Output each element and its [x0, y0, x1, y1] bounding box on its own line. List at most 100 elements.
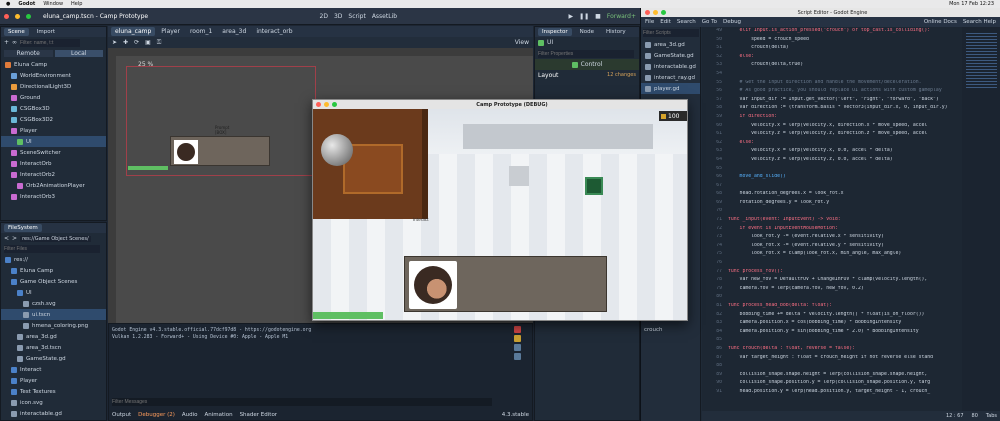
bottom-tab-animation[interactable]: Animation: [205, 412, 233, 418]
code-editor[interactable]: 49 elif Input.is_action_pressed("crouch"…: [702, 27, 962, 411]
file-item[interactable]: hmena_coloring.png: [1, 320, 106, 331]
script-menu-goto[interactable]: Go To: [702, 19, 717, 25]
mode-script-button[interactable]: Script: [348, 13, 365, 20]
lock-icon[interactable]: ⚿: [157, 39, 162, 47]
bottom-tab-audio[interactable]: Audio: [182, 412, 198, 418]
script-list-item[interactable]: area_3d.gd: [641, 39, 700, 50]
filesystem-path[interactable]: res://Game Object Scenes/: [20, 235, 91, 242]
bottom-tab-shader-editor[interactable]: Shader Editor: [240, 412, 278, 418]
online-docs-button[interactable]: Online Docs: [924, 19, 957, 25]
filter-properties-input[interactable]: [538, 49, 634, 58]
scene-node[interactable]: CSGBox3D: [1, 103, 106, 114]
move-tool-icon[interactable]: ✚: [123, 39, 128, 46]
inspected-node-name[interactable]: UI: [547, 39, 553, 46]
tab-scene[interactable]: Scene: [4, 28, 29, 36]
forward-icon[interactable]: >: [12, 235, 17, 242]
select-tool-icon[interactable]: ➤: [112, 39, 117, 46]
tab-room-1[interactable]: room_1: [186, 27, 216, 36]
script-menu-search[interactable]: Search: [677, 19, 696, 25]
code-line[interactable]: 60 velocity.x = lerp(velocity.x, directi…: [702, 123, 962, 132]
code-line[interactable]: 70: [702, 208, 962, 217]
file-item[interactable]: Eluna Camp: [1, 265, 106, 276]
code-line[interactable]: 90 collision_shape.position.y = lerp(col…: [702, 380, 962, 389]
code-line[interactable]: 59 if direction:: [702, 114, 962, 123]
control-section-label[interactable]: Control: [581, 61, 603, 68]
game-zoom-icon[interactable]: [332, 102, 337, 107]
file-item[interactable]: area_3d.gd: [1, 331, 106, 342]
play-icon[interactable]: ▶: [568, 13, 573, 20]
code-line[interactable]: 63 velocity.x = lerp(velocity.x, 0.0, ac…: [702, 148, 962, 157]
scene-node[interactable]: Orb2AnimationPlayer: [1, 180, 106, 191]
indent-mode[interactable]: Tabs: [986, 413, 997, 419]
scene-node[interactable]: Eluna Camp: [1, 59, 106, 70]
code-line[interactable]: 50 speed = crouch_speed: [702, 37, 962, 46]
game-close-icon[interactable]: [316, 102, 321, 107]
code-line[interactable]: 86 func crouch(delta : float, reverse = f…: [702, 346, 962, 355]
script-menu-edit[interactable]: Edit: [660, 19, 671, 25]
pause-icon[interactable]: ❚❚: [579, 13, 589, 20]
code-line[interactable]: 71 func _input(event: InputEvent) -> void…: [702, 217, 962, 226]
filesystem-filter-input[interactable]: [4, 245, 100, 253]
add-node-icon[interactable]: +: [4, 39, 9, 46]
code-line[interactable]: 58 var direction := (transform.basis * V…: [702, 105, 962, 114]
code-line[interactable]: 54: [702, 71, 962, 80]
file-item[interactable]: res://: [1, 254, 106, 265]
code-line[interactable]: 66 move_and_slide(): [702, 174, 962, 183]
file-item[interactable]: ui.tscn: [1, 309, 106, 320]
scene-node[interactable]: InteractOrb3: [1, 191, 106, 202]
script-menu-debug[interactable]: Debug: [723, 19, 741, 25]
local-button[interactable]: Local: [54, 50, 103, 57]
scale-tool-icon[interactable]: ▣: [145, 39, 151, 46]
game-minimize-icon[interactable]: [324, 102, 329, 107]
tab-area-3d[interactable]: area_3d: [218, 27, 250, 36]
script-list-item[interactable]: interactable.gd: [641, 61, 700, 72]
tab-interact-orb[interactable]: interact_orb: [252, 27, 296, 36]
tab-history[interactable]: History: [602, 28, 630, 36]
clear-output-icon[interactable]: [514, 353, 521, 360]
code-line[interactable]: 79 camera.fov = lerp(camera.fov, new_fov…: [702, 286, 962, 295]
warning-filter-icon[interactable]: [514, 335, 521, 342]
code-line[interactable]: 65: [702, 166, 962, 175]
tab-eluna-camp[interactable]: eluna_camp: [111, 27, 156, 36]
error-filter-icon[interactable]: [514, 326, 521, 333]
scene-node[interactable]: UI: [1, 136, 106, 147]
code-line[interactable]: 67: [702, 183, 962, 192]
file-item[interactable]: interactable.gd: [1, 408, 106, 419]
mode-2d-button[interactable]: 2D: [320, 13, 328, 20]
code-line[interactable]: 74 look_rot.x -= (event.relative.y * sen…: [702, 243, 962, 252]
code-line[interactable]: 84 camera.position.y = sin(bobbing_time …: [702, 329, 962, 338]
code-line[interactable]: 91 head.position.y = lerp(head.position.…: [702, 389, 962, 398]
tab-inspector[interactable]: Inspector: [538, 28, 572, 36]
file-item[interactable]: area_3d.tscn: [1, 342, 106, 353]
link-icon[interactable]: ∞: [12, 39, 17, 46]
script-zoom-icon[interactable]: [661, 10, 666, 15]
code-line[interactable]: 64 velocity.z = lerp(velocity.z, 0.0, ac…: [702, 157, 962, 166]
code-line[interactable]: 62 else:: [702, 140, 962, 149]
code-line[interactable]: 83 camera.position.x = cos(bobbing_time)…: [702, 320, 962, 329]
minimize-window-icon[interactable]: [15, 13, 20, 19]
scene-node[interactable]: Ground: [1, 92, 106, 103]
script-list-item[interactable]: GameState.gd: [641, 50, 700, 61]
scene-node[interactable]: InteractOrb: [1, 158, 106, 169]
app-name[interactable]: Godot: [18, 1, 35, 7]
code-line[interactable]: 85: [702, 337, 962, 346]
scene-node[interactable]: InteractOrb2: [1, 169, 106, 180]
script-close-icon[interactable]: [645, 10, 650, 15]
tab-filesystem[interactable]: FileSystem: [4, 224, 42, 232]
file-item[interactable]: czsh.svg: [1, 298, 106, 309]
close-window-icon[interactable]: [4, 13, 9, 19]
file-item[interactable]: GameState.gd: [1, 353, 106, 364]
stop-icon[interactable]: ■: [595, 13, 601, 20]
code-line[interactable]: 57 var input_dir := Input.get_vector("le…: [702, 97, 962, 106]
file-item[interactable]: UI: [1, 287, 106, 298]
apple-icon[interactable]: ●: [6, 1, 10, 7]
scene-node[interactable]: SceneSwitcher: [1, 147, 106, 158]
code-line[interactable]: 80: [702, 294, 962, 303]
code-line[interactable]: 73 look_rot.y -= (event.relative.x * sen…: [702, 234, 962, 243]
menu-help[interactable]: Help: [71, 1, 82, 7]
zoom-percent[interactable]: 80: [972, 413, 978, 419]
script-list-item[interactable]: player.gd: [641, 83, 700, 94]
rotate-tool-icon[interactable]: ⟳: [134, 39, 139, 46]
view-menu[interactable]: View: [515, 39, 529, 46]
method-item[interactable]: crouch: [644, 327, 663, 333]
